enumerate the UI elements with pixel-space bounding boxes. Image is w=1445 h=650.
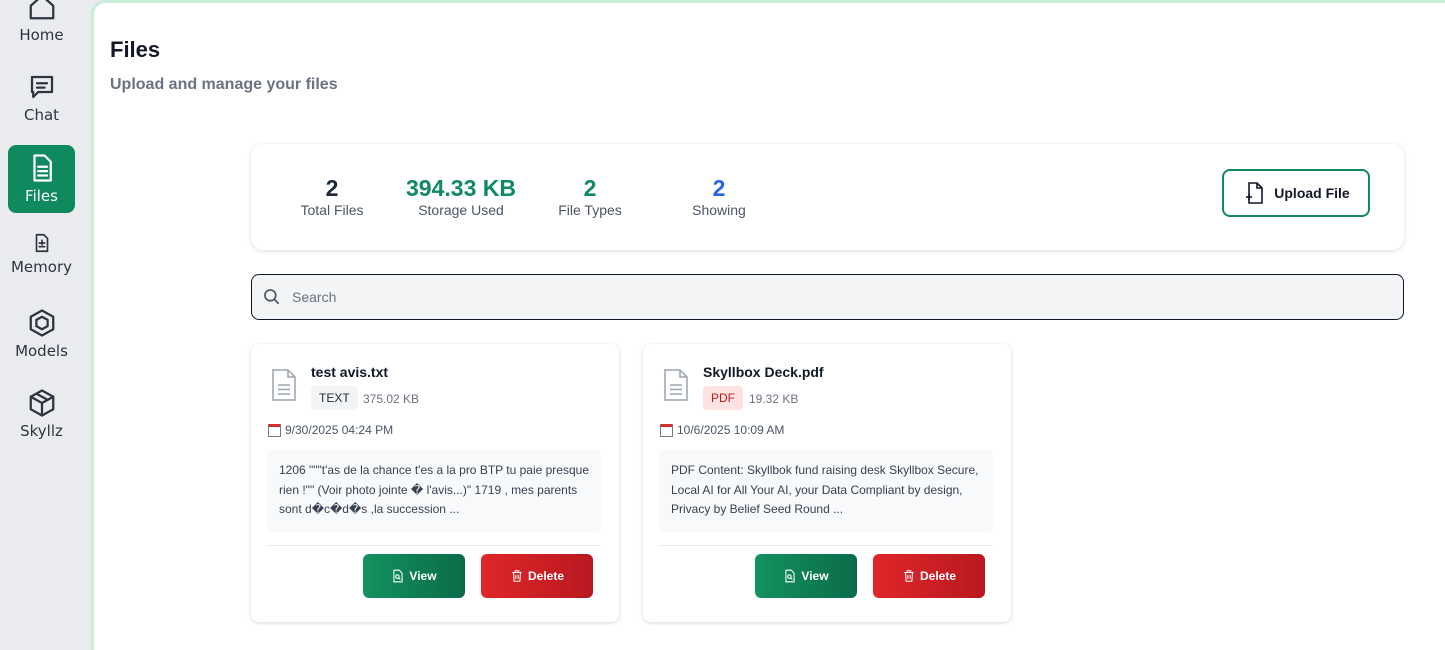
sidebar-item-chat[interactable]: Chat [8, 64, 75, 132]
file-date-text: 10/6/2025 10:09 AM [677, 423, 785, 437]
file-preview: PDF Content: Skyllbok fund raising desk … [659, 450, 993, 532]
view-button-label: View [801, 569, 829, 583]
home-icon [29, 0, 54, 20]
view-button-label: View [409, 569, 437, 583]
upload-file-button[interactable]: Upload File [1222, 169, 1370, 217]
file-date: 10/6/2025 10:09 AM [660, 423, 784, 437]
stats-card: 2 Total Files 394.33 KB Storage Used 2 F… [251, 144, 1404, 250]
stat-value: 2 [712, 175, 726, 201]
chat-icon [30, 75, 53, 99]
file-type-badge: PDF [703, 386, 743, 410]
memory-icon [35, 233, 48, 253]
upload-file-label: Upload File [1274, 185, 1350, 201]
divider [659, 545, 993, 546]
divider [267, 545, 601, 546]
file-preview: 1206 """t'as de la chance t'es a la pro … [267, 450, 601, 532]
calendar-icon [660, 423, 673, 437]
search-input[interactable] [292, 289, 1292, 305]
document-icon [661, 368, 691, 402]
file-date: 9/30/2025 04:24 PM [268, 423, 393, 437]
trash-icon [904, 570, 914, 582]
trash-icon [512, 570, 522, 582]
search-bar[interactable] [251, 274, 1404, 320]
stat-caption: Showing [692, 202, 746, 218]
sidebar-item-models[interactable]: Models [8, 300, 75, 368]
stat-caption: File Types [558, 202, 622, 218]
file-type-badge: TEXT [311, 386, 358, 410]
file-name: Skyllbox Deck.pdf [703, 364, 824, 380]
file-card: test avis.txt TEXT 375.02 KB 9/30/2025 0… [251, 344, 619, 622]
main-panel: Files Upload and manage your files 2 Tot… [91, 0, 1445, 650]
stat-caption: Storage Used [418, 202, 504, 218]
search-icon [264, 289, 280, 305]
stat-file-types: 2 File Types [525, 174, 655, 218]
page-title: Files [110, 37, 161, 62]
stat-showing: 2 Showing [654, 174, 784, 218]
stat-value: 394.33 KB [406, 175, 516, 201]
sidebar-item-label: Home [19, 26, 64, 44]
document-icon [269, 368, 299, 402]
file-size: 19.32 KB [749, 392, 799, 406]
stat-storage-used: 394.33 KB Storage Used [396, 174, 526, 218]
sidebar-item-label: Models [15, 342, 68, 360]
sidebar-item-label: Memory [10, 258, 72, 276]
models-icon [29, 309, 54, 337]
view-button[interactable]: View [363, 554, 465, 598]
view-file-icon [393, 569, 404, 583]
box-icon [29, 389, 54, 417]
file-size: 375.02 KB [363, 392, 420, 406]
view-file-icon [785, 569, 796, 583]
stat-value: 2 [583, 175, 597, 201]
sidebar-item-label: Skyllz [20, 422, 63, 440]
delete-button-label: Delete [919, 569, 957, 583]
page-subtitle: Upload and manage your files [110, 76, 338, 93]
calendar-icon [268, 423, 281, 437]
file-plus-icon [1246, 182, 1264, 204]
file-date-text: 9/30/2025 04:24 PM [285, 423, 394, 437]
delete-button[interactable]: Delete [873, 554, 985, 598]
sidebar-item-skyllz[interactable]: Skyllz [8, 380, 75, 448]
delete-button[interactable]: Delete [481, 554, 593, 598]
file-icon [32, 154, 52, 182]
sidebar-item-label: Chat [23, 106, 60, 124]
sidebar-item-memory[interactable]: Memory [8, 220, 75, 288]
stat-value: 2 [325, 175, 339, 201]
sidebar-item-home[interactable]: Home [8, 0, 75, 52]
view-button[interactable]: View [755, 554, 857, 598]
stat-total-files: 2 Total Files [267, 174, 397, 218]
file-card: Skyllbox Deck.pdf PDF 19.32 KB 10/6/2025… [643, 344, 1011, 622]
sidebar: Home Chat Files Memory Models Skyllz [0, 0, 88, 650]
sidebar-item-files[interactable]: Files [8, 145, 75, 213]
file-name: test avis.txt [311, 364, 389, 380]
stat-caption: Total Files [300, 202, 364, 218]
sidebar-item-label: Files [25, 187, 58, 205]
delete-button-label: Delete [527, 569, 565, 583]
